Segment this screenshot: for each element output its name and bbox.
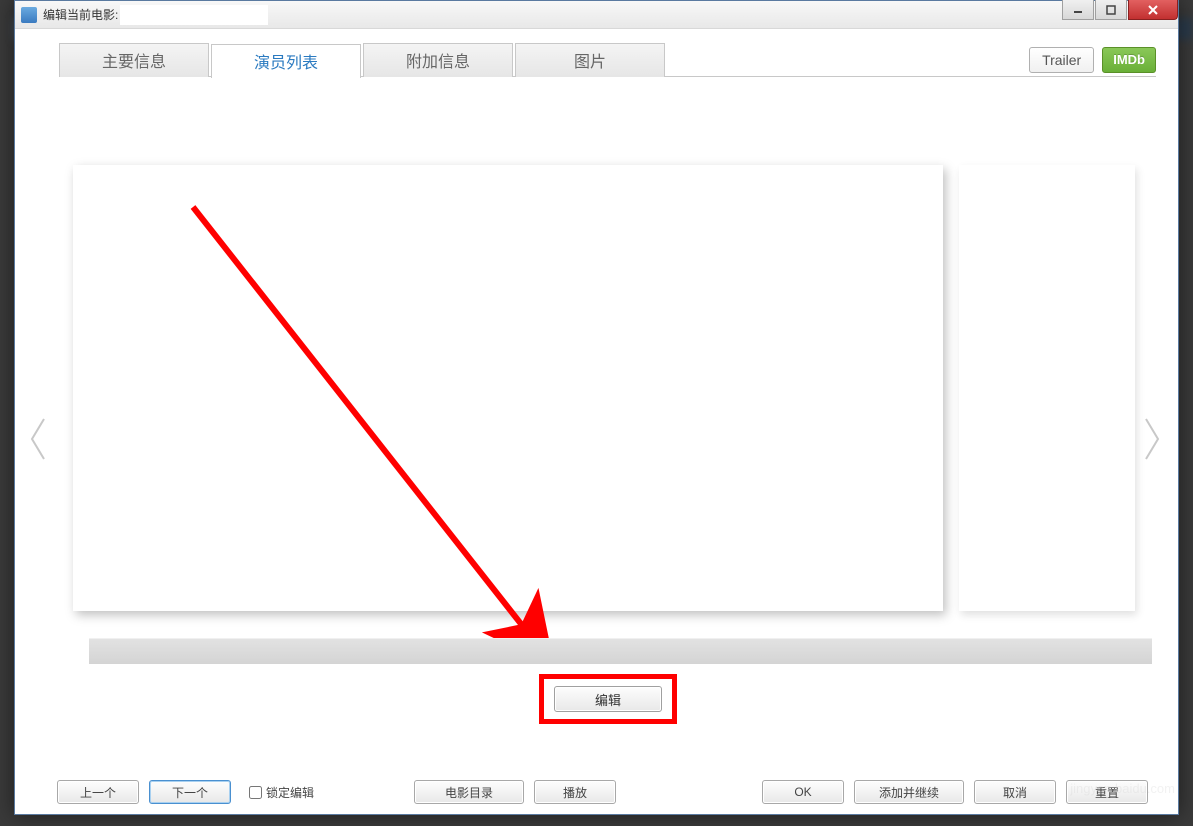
gallery-shelf (89, 638, 1152, 664)
btn-label: 重置 (1095, 784, 1119, 801)
prev-button[interactable]: 上一个 (57, 780, 139, 804)
close-icon (1147, 4, 1159, 16)
maximize-icon (1106, 5, 1116, 15)
content-area: 主要信息 演员列表 附加信息 图片 Trailer IMDb (15, 29, 1178, 814)
tabs-right-buttons: Trailer IMDb (1029, 47, 1156, 73)
maximize-button[interactable] (1095, 0, 1127, 20)
tab-label: 主要信息 (102, 48, 166, 72)
minimize-button[interactable] (1062, 0, 1094, 20)
lock-edit-input[interactable] (249, 786, 262, 799)
trailer-button[interactable]: Trailer (1029, 47, 1094, 73)
tabs-row: 主要信息 演员列表 附加信息 图片 Trailer IMDb (59, 43, 1156, 77)
side-panel (959, 165, 1135, 611)
nav-prev-arrow[interactable] (28, 417, 48, 471)
imdb-button[interactable]: IMDb (1102, 47, 1156, 73)
dialog-window: 编辑当前电影: 主要信息 演员列表 附加信息 图片 Trailer IMDb (14, 0, 1179, 815)
tab-label: 图片 (574, 48, 606, 72)
cancel-button[interactable]: 取消 (974, 780, 1056, 804)
ok-button[interactable]: OK (762, 780, 844, 804)
bottom-bar: 上一个 下一个 锁定编辑 电影目录 播放 OK 添加并继续 取消 重置 (57, 778, 1148, 806)
tab-cast-list[interactable]: 演员列表 (211, 44, 361, 78)
lock-edit-label: 锁定编辑 (266, 784, 314, 801)
chevron-left-icon (28, 417, 48, 461)
btn-label: 电影目录 (445, 784, 493, 801)
btn-label: 取消 (1003, 784, 1027, 801)
edit-button[interactable]: 编辑 (554, 686, 662, 712)
minimize-icon (1073, 5, 1083, 15)
edit-button-label: 编辑 (595, 690, 621, 709)
lock-edit-checkbox[interactable]: 锁定编辑 (245, 783, 314, 802)
imdb-label: IMDb (1113, 52, 1145, 67)
movie-dir-button[interactable]: 电影目录 (414, 780, 524, 804)
window-controls (1061, 0, 1178, 20)
app-icon (21, 7, 37, 23)
next-button[interactable]: 下一个 (149, 780, 231, 804)
btn-label: 上一个 (80, 784, 116, 801)
nav-next-arrow[interactable] (1142, 417, 1162, 471)
tab-label: 演员列表 (254, 49, 318, 73)
add-continue-button[interactable]: 添加并继续 (854, 780, 964, 804)
btn-label: 播放 (563, 784, 587, 801)
cast-panel (73, 165, 943, 611)
tab-main-info[interactable]: 主要信息 (59, 43, 209, 77)
tab-additional-info[interactable]: 附加信息 (363, 43, 513, 77)
window-title: 编辑当前电影: (43, 6, 118, 23)
close-button[interactable] (1128, 0, 1178, 20)
tab-images[interactable]: 图片 (515, 43, 665, 77)
btn-label: OK (794, 785, 811, 799)
btn-label: 下一个 (172, 784, 208, 801)
title-redacted-box (120, 5, 268, 25)
annotation-highlight-box: 编辑 (539, 674, 677, 724)
chevron-right-icon (1142, 417, 1162, 461)
play-button[interactable]: 播放 (534, 780, 616, 804)
tab-label: 附加信息 (406, 48, 470, 72)
trailer-label: Trailer (1042, 52, 1081, 68)
reset-button[interactable]: 重置 (1066, 780, 1148, 804)
titlebar[interactable]: 编辑当前电影: (15, 1, 1178, 29)
btn-label: 添加并继续 (879, 784, 939, 801)
